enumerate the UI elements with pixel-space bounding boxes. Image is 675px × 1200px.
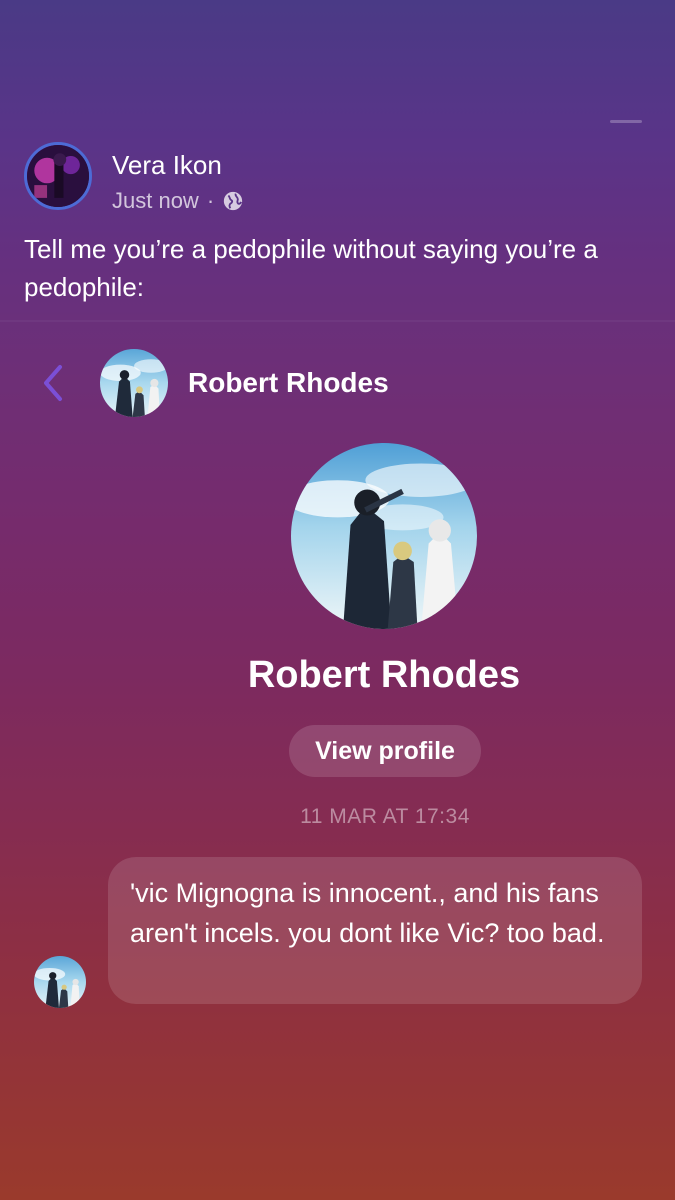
post-author-name[interactable]: Vera Ikon <box>112 150 222 181</box>
meta-separator: · <box>206 188 215 213</box>
globe-icon <box>223 191 243 211</box>
profile-avatar[interactable] <box>291 443 477 629</box>
profile-name: Robert Rhodes <box>247 654 521 696</box>
chat-header-name[interactable]: Robert Rhodes <box>188 367 389 399</box>
avatar-image <box>34 956 86 1008</box>
view-profile-button[interactable]: View profile <box>289 725 481 777</box>
avatar-image <box>27 145 89 207</box>
post-meta: Just now · <box>112 188 244 214</box>
message-sender-avatar[interactable] <box>34 956 86 1008</box>
post-author-avatar[interactable] <box>24 142 92 210</box>
message-bubble[interactable]: 'vic Mignogna is innocent., and his fans… <box>108 857 642 1004</box>
section-divider <box>0 320 675 322</box>
chat-header-avatar[interactable] <box>100 349 168 417</box>
message-timestamp: 11 MAR AT 17:34 <box>300 805 470 828</box>
post-time[interactable]: Just now <box>112 188 199 214</box>
chat-header: Robert Rhodes <box>0 345 675 420</box>
avatar-image <box>291 443 477 629</box>
post-card: Vera Ikon Just now · Tell me you’re a pe… <box>0 0 675 320</box>
avatar-image <box>100 349 168 417</box>
post-text: Tell me you’re a pedophile without sayin… <box>24 234 598 302</box>
chevron-left-icon[interactable] <box>38 363 68 403</box>
